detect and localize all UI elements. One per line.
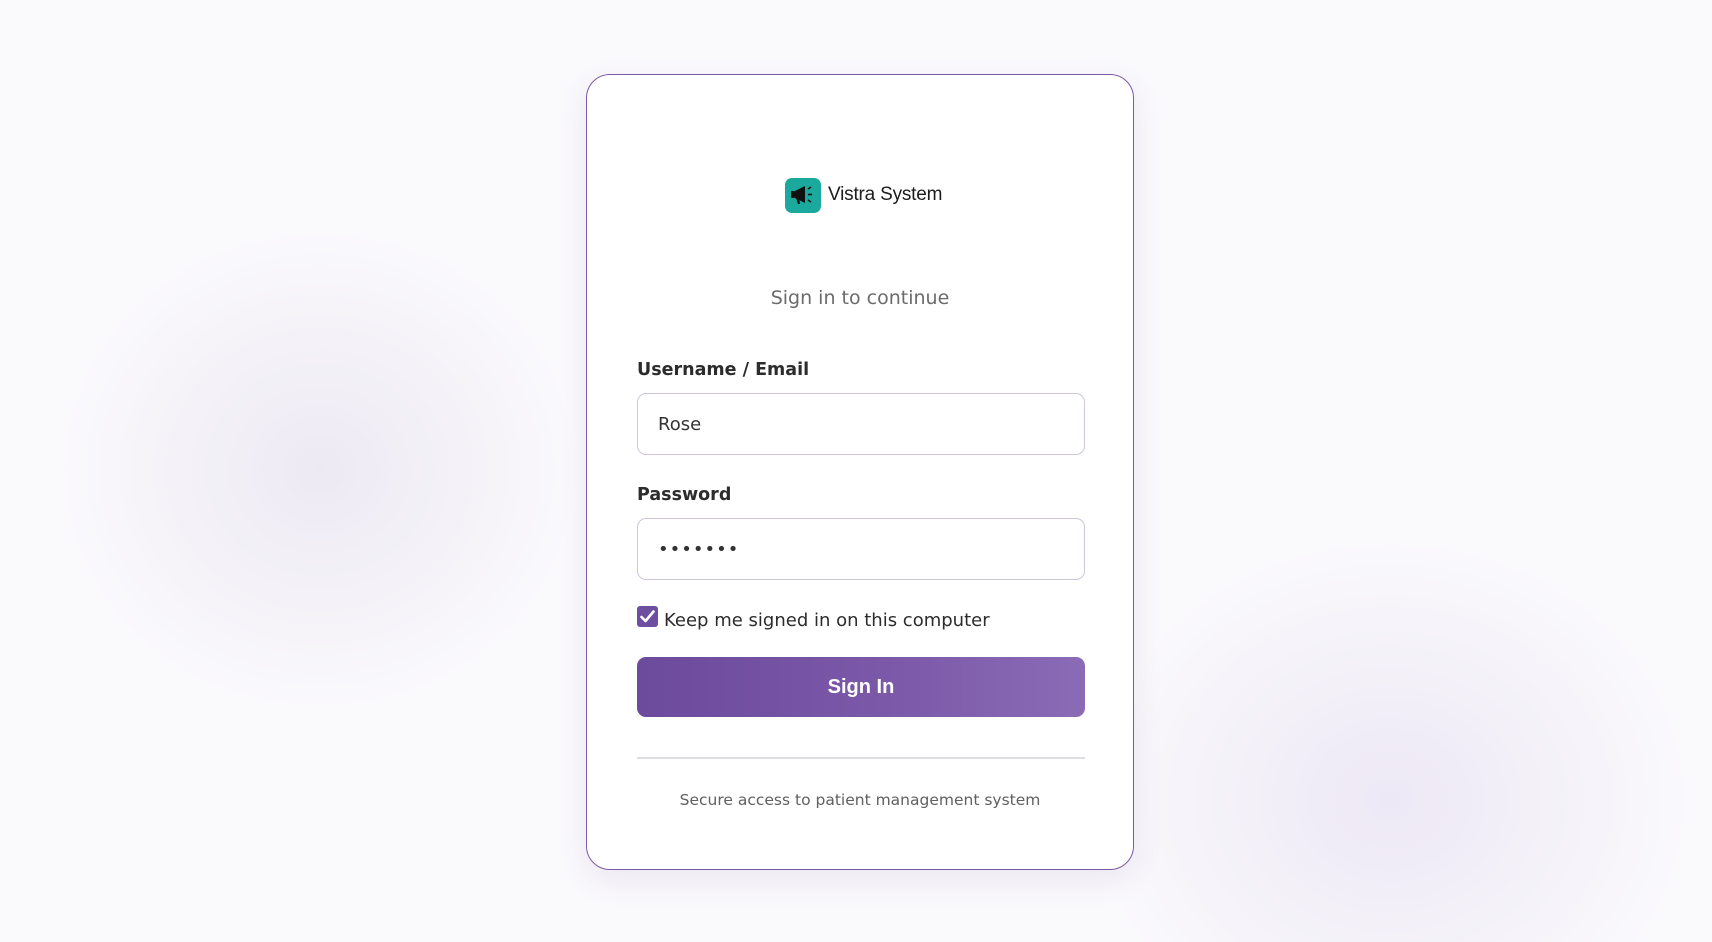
divider [637,757,1085,759]
footer-note: Secure access to patient management syst… [679,791,1041,809]
username-input[interactable] [637,393,1085,455]
sign-in-button[interactable]: Sign In [637,657,1085,717]
password-label: Password [637,485,732,505]
check-icon [640,610,655,623]
page-subtitle: Sign in to continue [770,287,950,309]
brand-logo: Vistra System [785,177,942,213]
password-input[interactable] [637,518,1085,580]
remember-me[interactable]: Keep me signed in on this computer [637,606,990,631]
login-card: Vistra System Sign in to continue Userna… [586,74,1134,870]
remember-label[interactable]: Keep me signed in on this computer [664,610,990,631]
megaphone-icon [785,177,821,213]
brand-name: Vistra System [828,184,943,205]
remember-checkbox[interactable] [637,606,658,627]
username-label: Username / Email [637,360,810,380]
